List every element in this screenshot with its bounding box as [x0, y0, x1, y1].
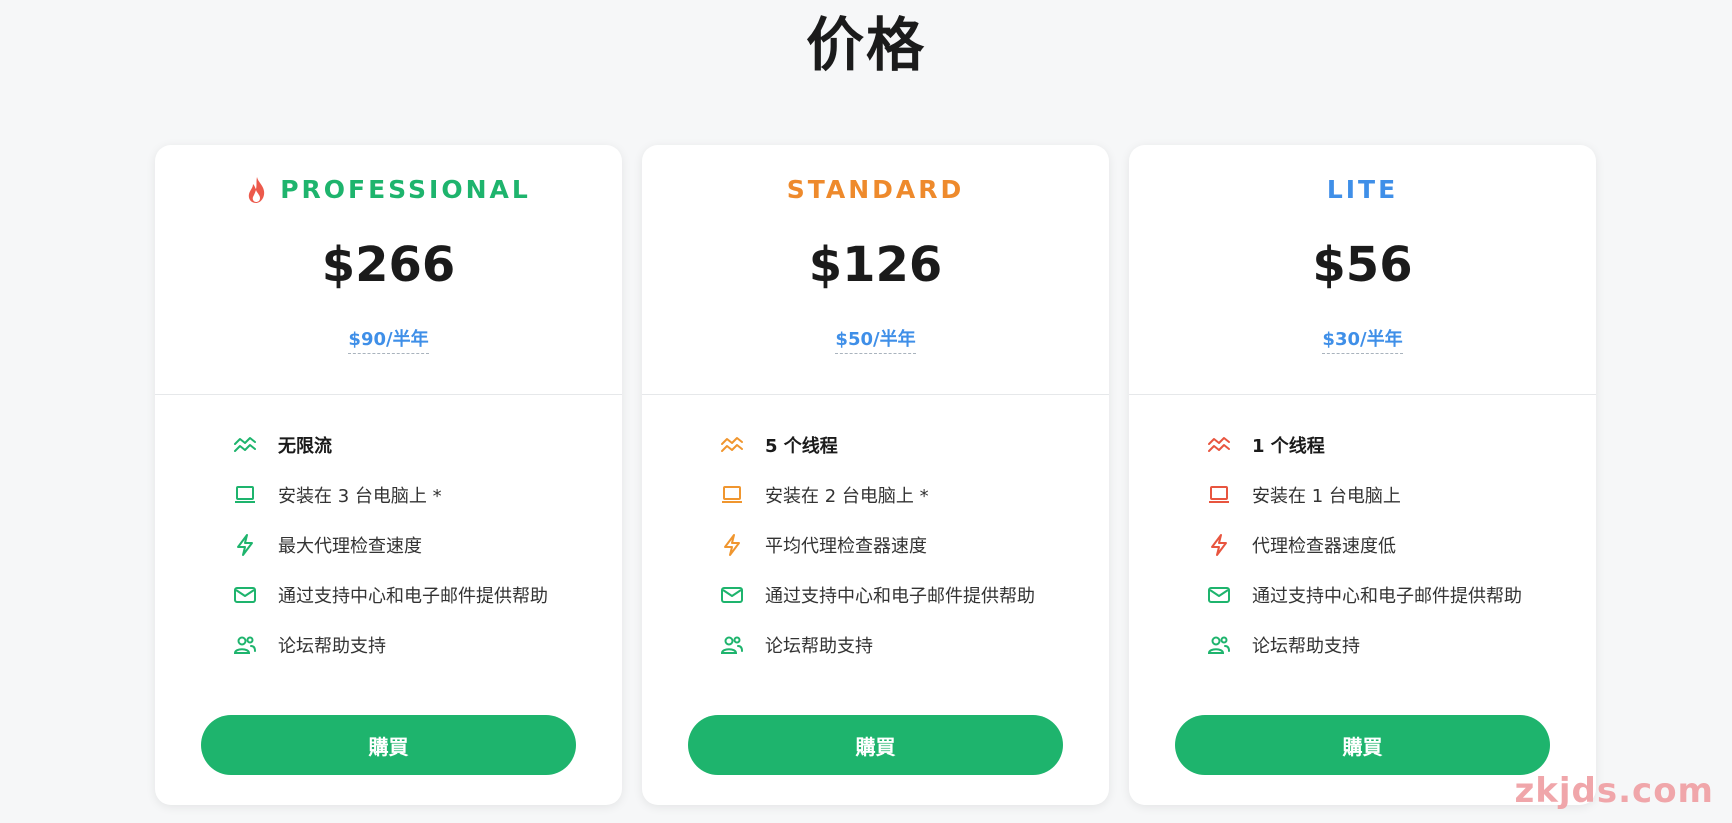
feature-item: 代理检查器速度低: [1207, 520, 1522, 570]
feature-item: 最大代理检查速度: [233, 520, 548, 570]
feature-item: 安装在 1 台电脑上: [1207, 470, 1522, 520]
mail-icon: [233, 583, 257, 607]
feature-text: 通过支持中心和电子邮件提供帮助: [278, 586, 548, 607]
feature-list: 5 个线程 安装在 2 台电脑上 * 平均代理检查器速度 通过支持中心和电子邮件…: [720, 420, 1035, 670]
laptop-icon: [720, 483, 744, 507]
watermark: zkjds.com: [1514, 771, 1714, 811]
laptop-icon: [1207, 483, 1231, 507]
page-title: 价格: [805, 11, 926, 79]
plan-title: PROFESSIONAL: [155, 173, 622, 207]
feature-item: 通过支持中心和电子邮件提供帮助: [720, 570, 1035, 620]
plan-name: LITE: [1326, 175, 1399, 204]
plan-card-lite: LITE $56 $30/半年 1 个线程 安装在 1 台电脑上 代理检查器速度…: [1129, 145, 1596, 805]
bolt-icon: [1207, 533, 1231, 557]
feature-list: 无限流 安装在 3 台电脑上 * 最大代理检查速度 通过支持中心和电子邮件提供帮…: [233, 420, 548, 670]
buy-button[interactable]: 購買: [201, 715, 576, 775]
half-year-price-link[interactable]: $30/半年: [1129, 328, 1596, 354]
card-header: LITE $56 $30/半年: [1129, 145, 1596, 395]
feature-item: 无限流: [233, 420, 548, 470]
trend-icon: [1207, 433, 1231, 457]
feature-item: 安装在 2 台电脑上 *: [720, 470, 1035, 520]
users-icon: [233, 633, 257, 657]
plan-price: $266: [321, 237, 456, 293]
laptop-icon: [233, 483, 257, 507]
feature-text: 安装在 3 台电脑上 *: [278, 486, 442, 507]
bolt-icon: [233, 533, 257, 557]
feature-item: 论坛帮助支持: [233, 620, 548, 670]
feature-item: 安装在 3 台电脑上 *: [233, 470, 548, 520]
feature-item: 平均代理检查器速度: [720, 520, 1035, 570]
feature-text: 论坛帮助支持: [1252, 636, 1360, 657]
trend-icon: [720, 433, 744, 457]
feature-item: 1 个线程: [1207, 420, 1522, 470]
card-header: PROFESSIONAL $266 $90/半年: [155, 145, 622, 395]
feature-text: 1 个线程: [1252, 436, 1325, 457]
trend-icon: [233, 433, 257, 457]
pricing-cards: PROFESSIONAL $266 $90/半年 无限流 安装在 3 台电脑上 …: [155, 145, 1596, 805]
plan-title: STANDARD: [642, 173, 1109, 207]
feature-text: 论坛帮助支持: [278, 636, 386, 657]
feature-text: 最大代理检查速度: [278, 536, 422, 557]
feature-item: 论坛帮助支持: [720, 620, 1035, 670]
feature-item: 通过支持中心和电子邮件提供帮助: [233, 570, 548, 620]
half-year-price[interactable]: $30/半年: [1322, 329, 1403, 354]
feature-text: 通过支持中心和电子邮件提供帮助: [765, 586, 1035, 607]
plan-price: $126: [808, 237, 943, 293]
half-year-price[interactable]: $90/半年: [348, 329, 429, 354]
feature-text: 无限流: [278, 436, 332, 457]
feature-list: 1 个线程 安装在 1 台电脑上 代理检查器速度低 通过支持中心和电子邮件提供帮…: [1207, 420, 1522, 670]
plan-card-standard: STANDARD $126 $50/半年 5 个线程 安装在 2 台电脑上 * …: [642, 145, 1109, 805]
feature-item: 论坛帮助支持: [1207, 620, 1522, 670]
users-icon: [1207, 633, 1231, 657]
plan-title: LITE: [1129, 173, 1596, 207]
users-icon: [720, 633, 744, 657]
feature-text: 平均代理检查器速度: [765, 536, 927, 557]
feature-text: 代理检查器速度低: [1252, 536, 1396, 557]
plan-name: STANDARD: [786, 175, 965, 204]
half-year-price-link[interactable]: $50/半年: [642, 328, 1109, 354]
feature-text: 通过支持中心和电子邮件提供帮助: [1252, 586, 1522, 607]
feature-text: 安装在 2 台电脑上 *: [765, 486, 929, 507]
feature-text: 论坛帮助支持: [765, 636, 873, 657]
feature-item: 通过支持中心和电子邮件提供帮助: [1207, 570, 1522, 620]
buy-button[interactable]: 購買: [1175, 715, 1550, 775]
feature-item: 5 个线程: [720, 420, 1035, 470]
pricing-page: 价格 PROFESSIONAL $266 $90/半年 无限流 安装在 3 台电…: [0, 0, 1732, 823]
half-year-price-link[interactable]: $90/半年: [155, 328, 622, 354]
mail-icon: [1207, 583, 1231, 607]
half-year-price[interactable]: $50/半年: [835, 329, 916, 354]
feature-text: 安装在 1 台电脑上: [1252, 486, 1401, 507]
plan-card-professional: PROFESSIONAL $266 $90/半年 无限流 安装在 3 台电脑上 …: [155, 145, 622, 805]
bolt-icon: [720, 533, 744, 557]
mail-icon: [720, 583, 744, 607]
flame-icon: [246, 176, 268, 204]
card-header: STANDARD $126 $50/半年: [642, 145, 1109, 395]
plan-price: $56: [1312, 237, 1413, 293]
plan-name: PROFESSIONAL: [280, 175, 531, 204]
buy-button[interactable]: 購買: [688, 715, 1063, 775]
feature-text: 5 个线程: [765, 436, 838, 457]
